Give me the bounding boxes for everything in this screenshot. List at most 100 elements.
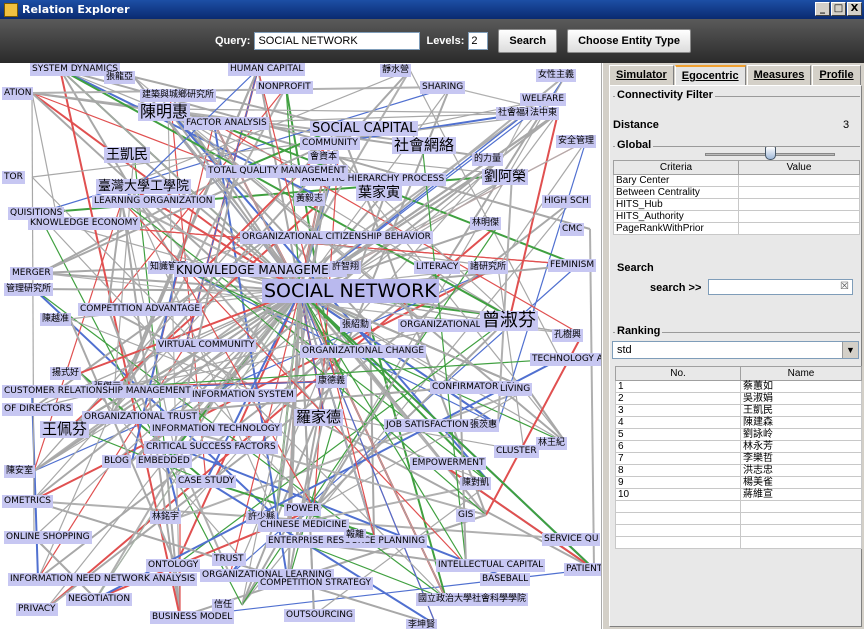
graph-node[interactable]: HUMAN CAPITAL [228,63,306,76]
graph-node[interactable]: OUTSOURCING [284,609,356,622]
graph-node[interactable]: 臺灣大學工學院 [96,179,192,194]
graph-node[interactable]: SOCIAL CAPITAL [310,121,419,136]
graph-node[interactable]: ORGANIZATIONAL CITIZENSHIP BEHAVIOR [240,231,433,244]
graph-node[interactable]: 孔樹興 [552,329,584,342]
graph-node[interactable]: 許智翔 [330,261,362,274]
graph-node[interactable]: COMPETITION STRATEGY [258,577,373,590]
graph-node[interactable]: 陳明惠 [138,103,191,121]
graph-node[interactable]: LEARNING ORGANIZATION [92,195,215,208]
graph-node[interactable]: CHINESE MEDICINE [258,519,349,532]
graph-node[interactable]: 女性主義 [536,69,577,82]
graph-node[interactable]: MERGER [10,267,53,280]
graph-node[interactable]: PATIENT SAFE [564,563,601,576]
tab-simulator[interactable]: Simulator [609,65,674,85]
graph-node[interactable]: 陳安室 [4,465,36,478]
graph-node[interactable]: EMBEDDED [136,455,192,468]
graph-node[interactable]: NEGOTIATION [66,593,133,606]
graph-node[interactable]: OF DIRECTORS [2,403,74,416]
network-graph[interactable]: SYSTEM DYNAMICS 張龍亞 HUMAN CAPITAL 靜水營 女性主義 AT… [0,63,602,629]
graph-node[interactable]: 劉阿榮 [482,169,528,185]
graph-node[interactable]: FEMINISM [548,259,597,272]
graph-node[interactable]: CUSTOMER RELATIONSHIP MANAGEMENT [2,385,193,398]
table-row[interactable]: 7 李樂哲 [615,452,862,465]
search-input[interactable]: ☒ [708,279,853,295]
search-button[interactable]: Search [498,29,558,53]
graph-node[interactable]: CRITICAL SUCCESS FACTORS [144,441,278,454]
graph-node[interactable]: 王凱民 [104,147,150,163]
graph-node[interactable]: COMMUNITY [300,137,360,150]
graph-node[interactable]: 林明傑 [470,217,502,230]
graph-node[interactable]: 法中東 [528,107,560,120]
close-button[interactable]: X [847,2,862,16]
graph-node[interactable]: INFORMATION TECHNOLOGY [150,423,282,436]
graph-node[interactable]: 安全管理 [556,135,597,148]
graph-node[interactable]: 的力量 [472,153,504,166]
graph-node[interactable]: 王佩芬 [40,421,90,438]
graph-node[interactable]: PRIVACY [16,603,58,616]
criteria-header[interactable]: Criteria [613,160,739,175]
graph-node[interactable]: CASE STUDY [176,475,237,488]
graph-node[interactable]: TECHNOLOGY A [530,353,601,366]
graph-node[interactable]: 林王紀 [536,437,568,450]
table-row[interactable]: Bary Center [613,174,860,187]
graph-node[interactable]: 會資本 [308,151,340,164]
table-row[interactable]: 8 洪志忠 [615,464,862,477]
table-row[interactable]: PageRankWithPrior [613,222,860,235]
graph-node[interactable]: LITERACY [414,261,461,274]
graph-node[interactable]: BASEBALL [480,573,531,586]
table-row[interactable]: 9 楊美雀 [615,476,862,489]
graph-node[interactable]: ORGANIZATIONAL CHANGE [300,345,427,358]
graph-node[interactable]: TOTAL QUALITY MANAGEMENT [206,165,348,178]
graph-node[interactable]: 李坤賢 [406,619,438,629]
graph-node[interactable]: 黃毅志 [294,193,326,206]
chevron-down-icon[interactable]: ▼ [842,342,858,358]
graph-node[interactable]: ONTOLOGY [146,559,201,572]
graph-node[interactable]: 張龍亞 [104,71,136,84]
graph-node[interactable]: NONPROFIT [256,81,313,94]
graph-node[interactable]: 張紹勳 [340,319,372,332]
graph-node[interactable]: KNOWLEDGE MANAGEMENT [174,263,348,277]
graph-node[interactable]: INTELLECTUAL CAPITAL [436,559,546,572]
table-row[interactable]: 6 林永芳 [615,440,862,453]
no-header[interactable]: No. [615,366,741,381]
table-row[interactable]: HITS_Authority [613,210,860,223]
graph-node[interactable]: 陳越准 [40,313,72,326]
ranking-select[interactable]: std ▼ [612,341,859,359]
graph-node[interactable]: 靜水營 [380,64,412,77]
table-row[interactable]: Between Centrality [613,186,860,199]
minimize-button[interactable]: _ [815,2,830,16]
graph-node[interactable]: 諸研究所 [468,261,509,274]
graph-node[interactable]: KNOWLEDGE ECONOMY [28,217,140,230]
graph-node[interactable]: 建築與城鄉研究所 [140,89,217,102]
graph-node[interactable]: TOR [2,171,25,184]
graph-node[interactable]: EMPOWERMENT [410,457,487,470]
graph-node[interactable]: BLOG [102,455,131,468]
graph-node[interactable]: WELFARE [520,93,567,106]
graph-node[interactable]: 報離 [344,529,367,542]
graph-node[interactable]: INFORMATION SYSTEM [190,389,296,402]
value-header[interactable]: Value [738,160,860,175]
graph-node[interactable]: CLUSTER [494,445,539,458]
table-row[interactable]: 3 王凱民 [615,404,862,417]
graph-node[interactable]: 張茨惠 [468,419,500,432]
table-row[interactable]: 5 劉詠岭 [615,428,862,441]
name-header[interactable]: Name [740,366,862,381]
graph-node[interactable]: 葉家寅 [356,185,402,201]
graph-node[interactable]: COMPETITION ADVANTAGE [78,303,203,316]
graph-node[interactable]: 曾淑芬 [480,311,538,331]
graph-node[interactable]: LIVING [498,383,533,396]
graph-node[interactable]: CMC [560,223,585,236]
graph-node[interactable]: 社會網絡 [392,137,457,154]
choose-entity-type-button[interactable]: Choose Entity Type [567,29,691,53]
graph-node[interactable]: ORGANIZATIONAL C [398,319,492,332]
graph-node[interactable]: SHARING [420,81,466,94]
tab-measures[interactable]: Measures [746,65,812,85]
graph-node[interactable]: 羅家德 [294,409,344,426]
table-row[interactable]: 4 陳建森 [615,416,862,429]
graph-node[interactable]: FACTOR ANALYSIS [184,117,269,130]
clear-icon[interactable]: ☒ [840,281,849,292]
center-node[interactable]: SOCIAL NETWORK [262,279,439,303]
graph-node[interactable]: ONLINE SHOPPING [4,531,92,544]
levels-input[interactable] [468,32,489,50]
graph-node[interactable]: 管理研究所 [4,283,54,296]
